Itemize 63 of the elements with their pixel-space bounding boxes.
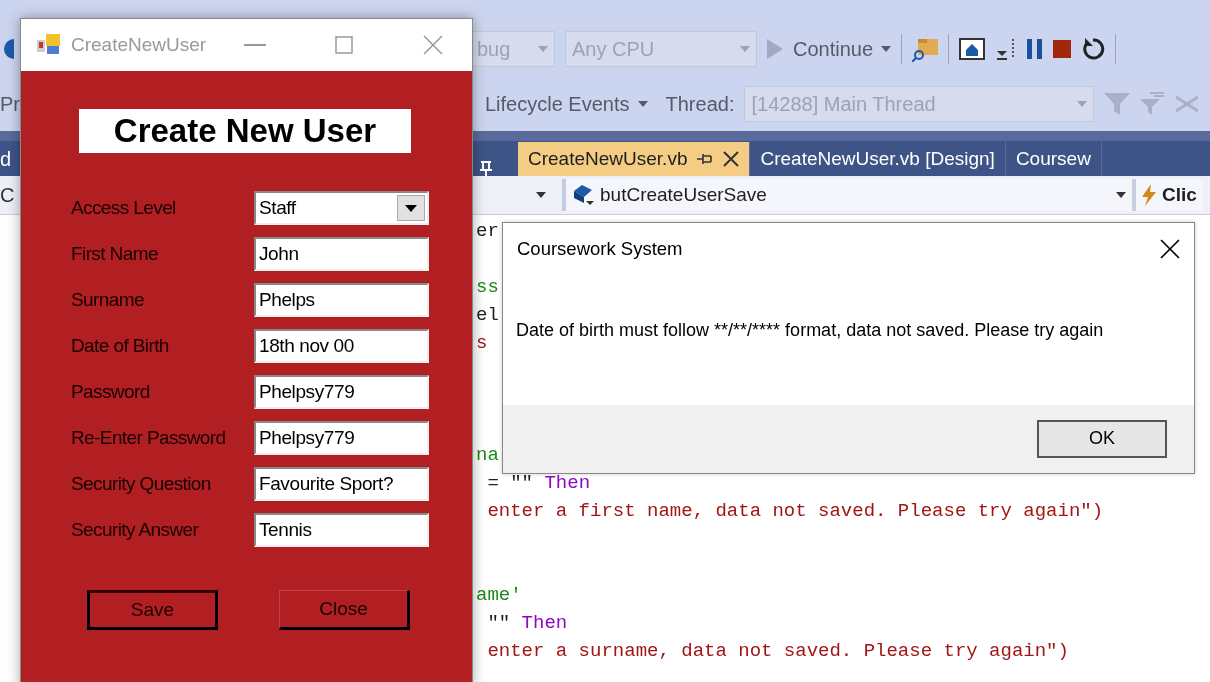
close-icon[interactable] (723, 151, 740, 167)
close-button[interactable] (1160, 238, 1180, 259)
form-heading: Create New User (79, 109, 411, 153)
code-line: enter a first name, data not saved. Please try again") (486, 500, 1104, 522)
access-level-dropdown[interactable]: Staff (254, 191, 429, 225)
stop-icon[interactable] (1053, 40, 1072, 58)
maximize-icon (335, 36, 354, 54)
lifecycle-events-button[interactable]: Lifecycle Events (485, 88, 648, 119)
ok-button[interactable]: OK (1037, 419, 1167, 458)
caret-icon (881, 46, 892, 52)
caret-icon (538, 46, 548, 52)
code-line: ss (476, 276, 499, 298)
toolbar-text: Pr (0, 92, 20, 115)
window-title: CreateNewUser (71, 32, 207, 57)
input-field[interactable]: Tennis (254, 513, 429, 547)
input-field[interactable]: John (254, 237, 429, 271)
caret-icon (1116, 192, 1126, 198)
member-dropdown[interactable]: butCreateUserSave (562, 179, 1132, 211)
input-field[interactable]: 18th nov 00 (254, 329, 429, 363)
caret-icon (637, 100, 648, 107)
code-line: ame' (476, 584, 522, 606)
input-field[interactable]: Phelps (254, 283, 429, 317)
pause-icon[interactable] (1027, 39, 1044, 59)
code-line: "" Then (486, 612, 568, 634)
code-line: enter a surname, data not saved. Please try again") (486, 640, 1069, 662)
close-icon (1160, 238, 1180, 259)
dialog-title: Coursework System (517, 237, 683, 261)
tab-text: d (0, 146, 13, 172)
lightning-icon (1142, 184, 1156, 206)
object-icon (572, 183, 594, 207)
caret-icon (405, 204, 417, 212)
app-icon (37, 34, 61, 56)
code-line: el (476, 304, 499, 326)
input-field[interactable]: Phelpsy779 (254, 375, 429, 409)
code-line: er (476, 220, 499, 242)
event-dropdown[interactable]: Clic (1132, 179, 1203, 211)
thread-label: Thread: (665, 91, 735, 117)
caret-icon (740, 46, 750, 52)
close-icon (422, 35, 443, 55)
dialog-message: Date of birth must follow **/**/**** format, data not saved. Please try again (515, 318, 1105, 342)
field-label: Security Answer (71, 518, 200, 542)
field-label: Security Question (71, 472, 212, 496)
folder-search-icon[interactable] (912, 36, 939, 62)
field-label: Surname (71, 288, 145, 312)
field-label: Access Level (71, 196, 177, 220)
continue-button[interactable]: Continue (793, 34, 892, 64)
restart-icon[interactable] (1081, 37, 1106, 61)
code-line: = "" Then (486, 472, 591, 494)
field-label: Password (71, 380, 151, 404)
code-line: s (476, 332, 488, 354)
caret-icon[interactable] (536, 192, 546, 198)
editor-tab[interactable]: CreateNewUser.vb (518, 142, 751, 176)
field-label: Re-Enter Password (71, 426, 227, 450)
nav-text: C (0, 183, 16, 208)
window-home-icon[interactable] (959, 38, 986, 60)
input-field[interactable]: Favourite Sport? (254, 467, 429, 501)
field-label: Date of Birth (71, 334, 170, 358)
caret-icon (1077, 100, 1088, 107)
field-label: First Name (71, 242, 159, 266)
code-line: na (476, 444, 499, 466)
pin-icon[interactable] (697, 152, 714, 166)
minimize-icon (244, 44, 267, 46)
input-field[interactable]: Phelpsy779 (254, 421, 429, 455)
